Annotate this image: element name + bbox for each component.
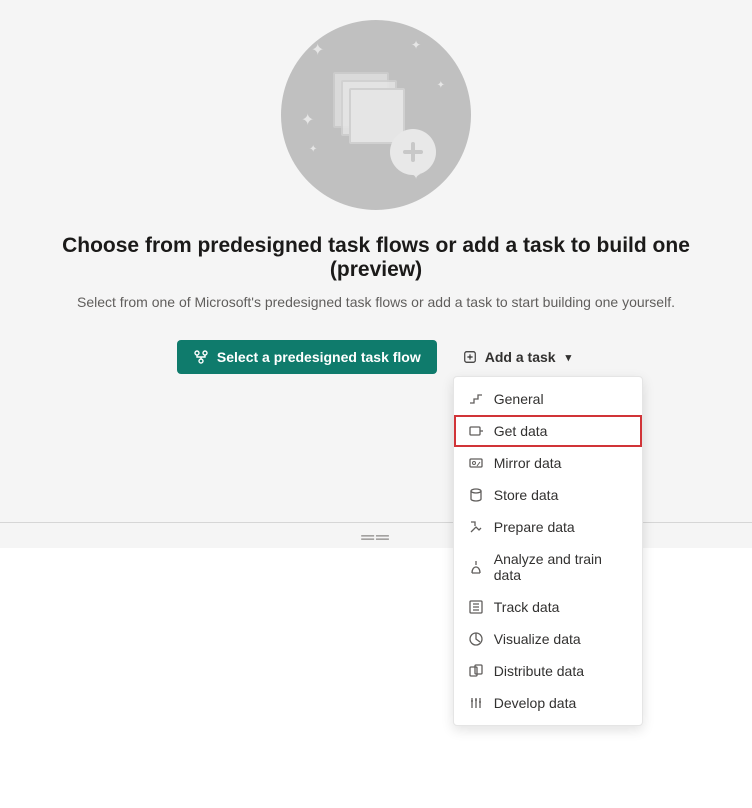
distribute-icon	[468, 663, 484, 679]
dropdown-item-analyze-and-train-data[interactable]: Analyze and train data	[454, 543, 642, 591]
dropdown-item-label: Store data	[494, 487, 559, 503]
dropdown-item-label: Analyze and train data	[494, 551, 628, 583]
dropdown-item-distribute-data[interactable]: Distribute data	[454, 655, 642, 687]
dropdown-item-label: General	[494, 391, 544, 407]
dropdown-item-label: Get data	[494, 423, 548, 439]
develop-icon	[468, 695, 484, 711]
dropdown-item-label: Prepare data	[494, 519, 575, 535]
analyze-icon	[468, 559, 484, 575]
mirror-icon	[468, 455, 484, 471]
chevron-down-icon: ▾	[566, 351, 572, 364]
step-icon	[468, 391, 484, 407]
flow-icon	[193, 349, 209, 365]
page-heading: Choose from predesigned task flows or ad…	[0, 234, 752, 282]
page-subheading: Select from one of Microsoft's predesign…	[0, 294, 752, 310]
dropdown-item-general[interactable]: General	[454, 383, 642, 415]
dropdown-item-prepare-data[interactable]: Prepare data	[454, 511, 642, 543]
data-in-icon	[468, 423, 484, 439]
dropdown-item-develop-data[interactable]: Develop data	[454, 687, 642, 719]
dropdown-item-get-data[interactable]: Get data	[454, 415, 642, 447]
dropdown-item-label: Visualize data	[494, 631, 581, 647]
add-task-label: Add a task	[485, 349, 556, 365]
visualize-icon	[468, 631, 484, 647]
dropdown-item-label: Mirror data	[494, 455, 562, 471]
dropdown-item-visualize-data[interactable]: Visualize data	[454, 623, 642, 655]
dropdown-item-label: Track data	[494, 599, 560, 615]
select-predesigned-flow-button[interactable]: Select a predesigned task flow	[177, 340, 437, 374]
dropdown-item-track-data[interactable]: Track data	[454, 591, 642, 623]
add-task-button[interactable]: Add a task ▾	[459, 340, 575, 374]
prepare-icon	[468, 519, 484, 535]
add-task-dropdown: General Get data Mirror data Store data Prep…	[453, 376, 643, 726]
dropdown-item-store-data[interactable]: Store data	[454, 479, 642, 511]
hero-illustration: ✦ ✦ ✦ ✦ ✦ ✦	[281, 20, 471, 210]
dropdown-item-label: Develop data	[494, 695, 577, 711]
dropdown-item-mirror-data[interactable]: Mirror data	[454, 447, 642, 479]
add-icon	[463, 350, 477, 364]
store-icon	[468, 487, 484, 503]
dropdown-item-label: Distribute data	[494, 663, 584, 679]
track-icon	[468, 599, 484, 615]
select-predesigned-flow-label: Select a predesigned task flow	[217, 349, 421, 365]
